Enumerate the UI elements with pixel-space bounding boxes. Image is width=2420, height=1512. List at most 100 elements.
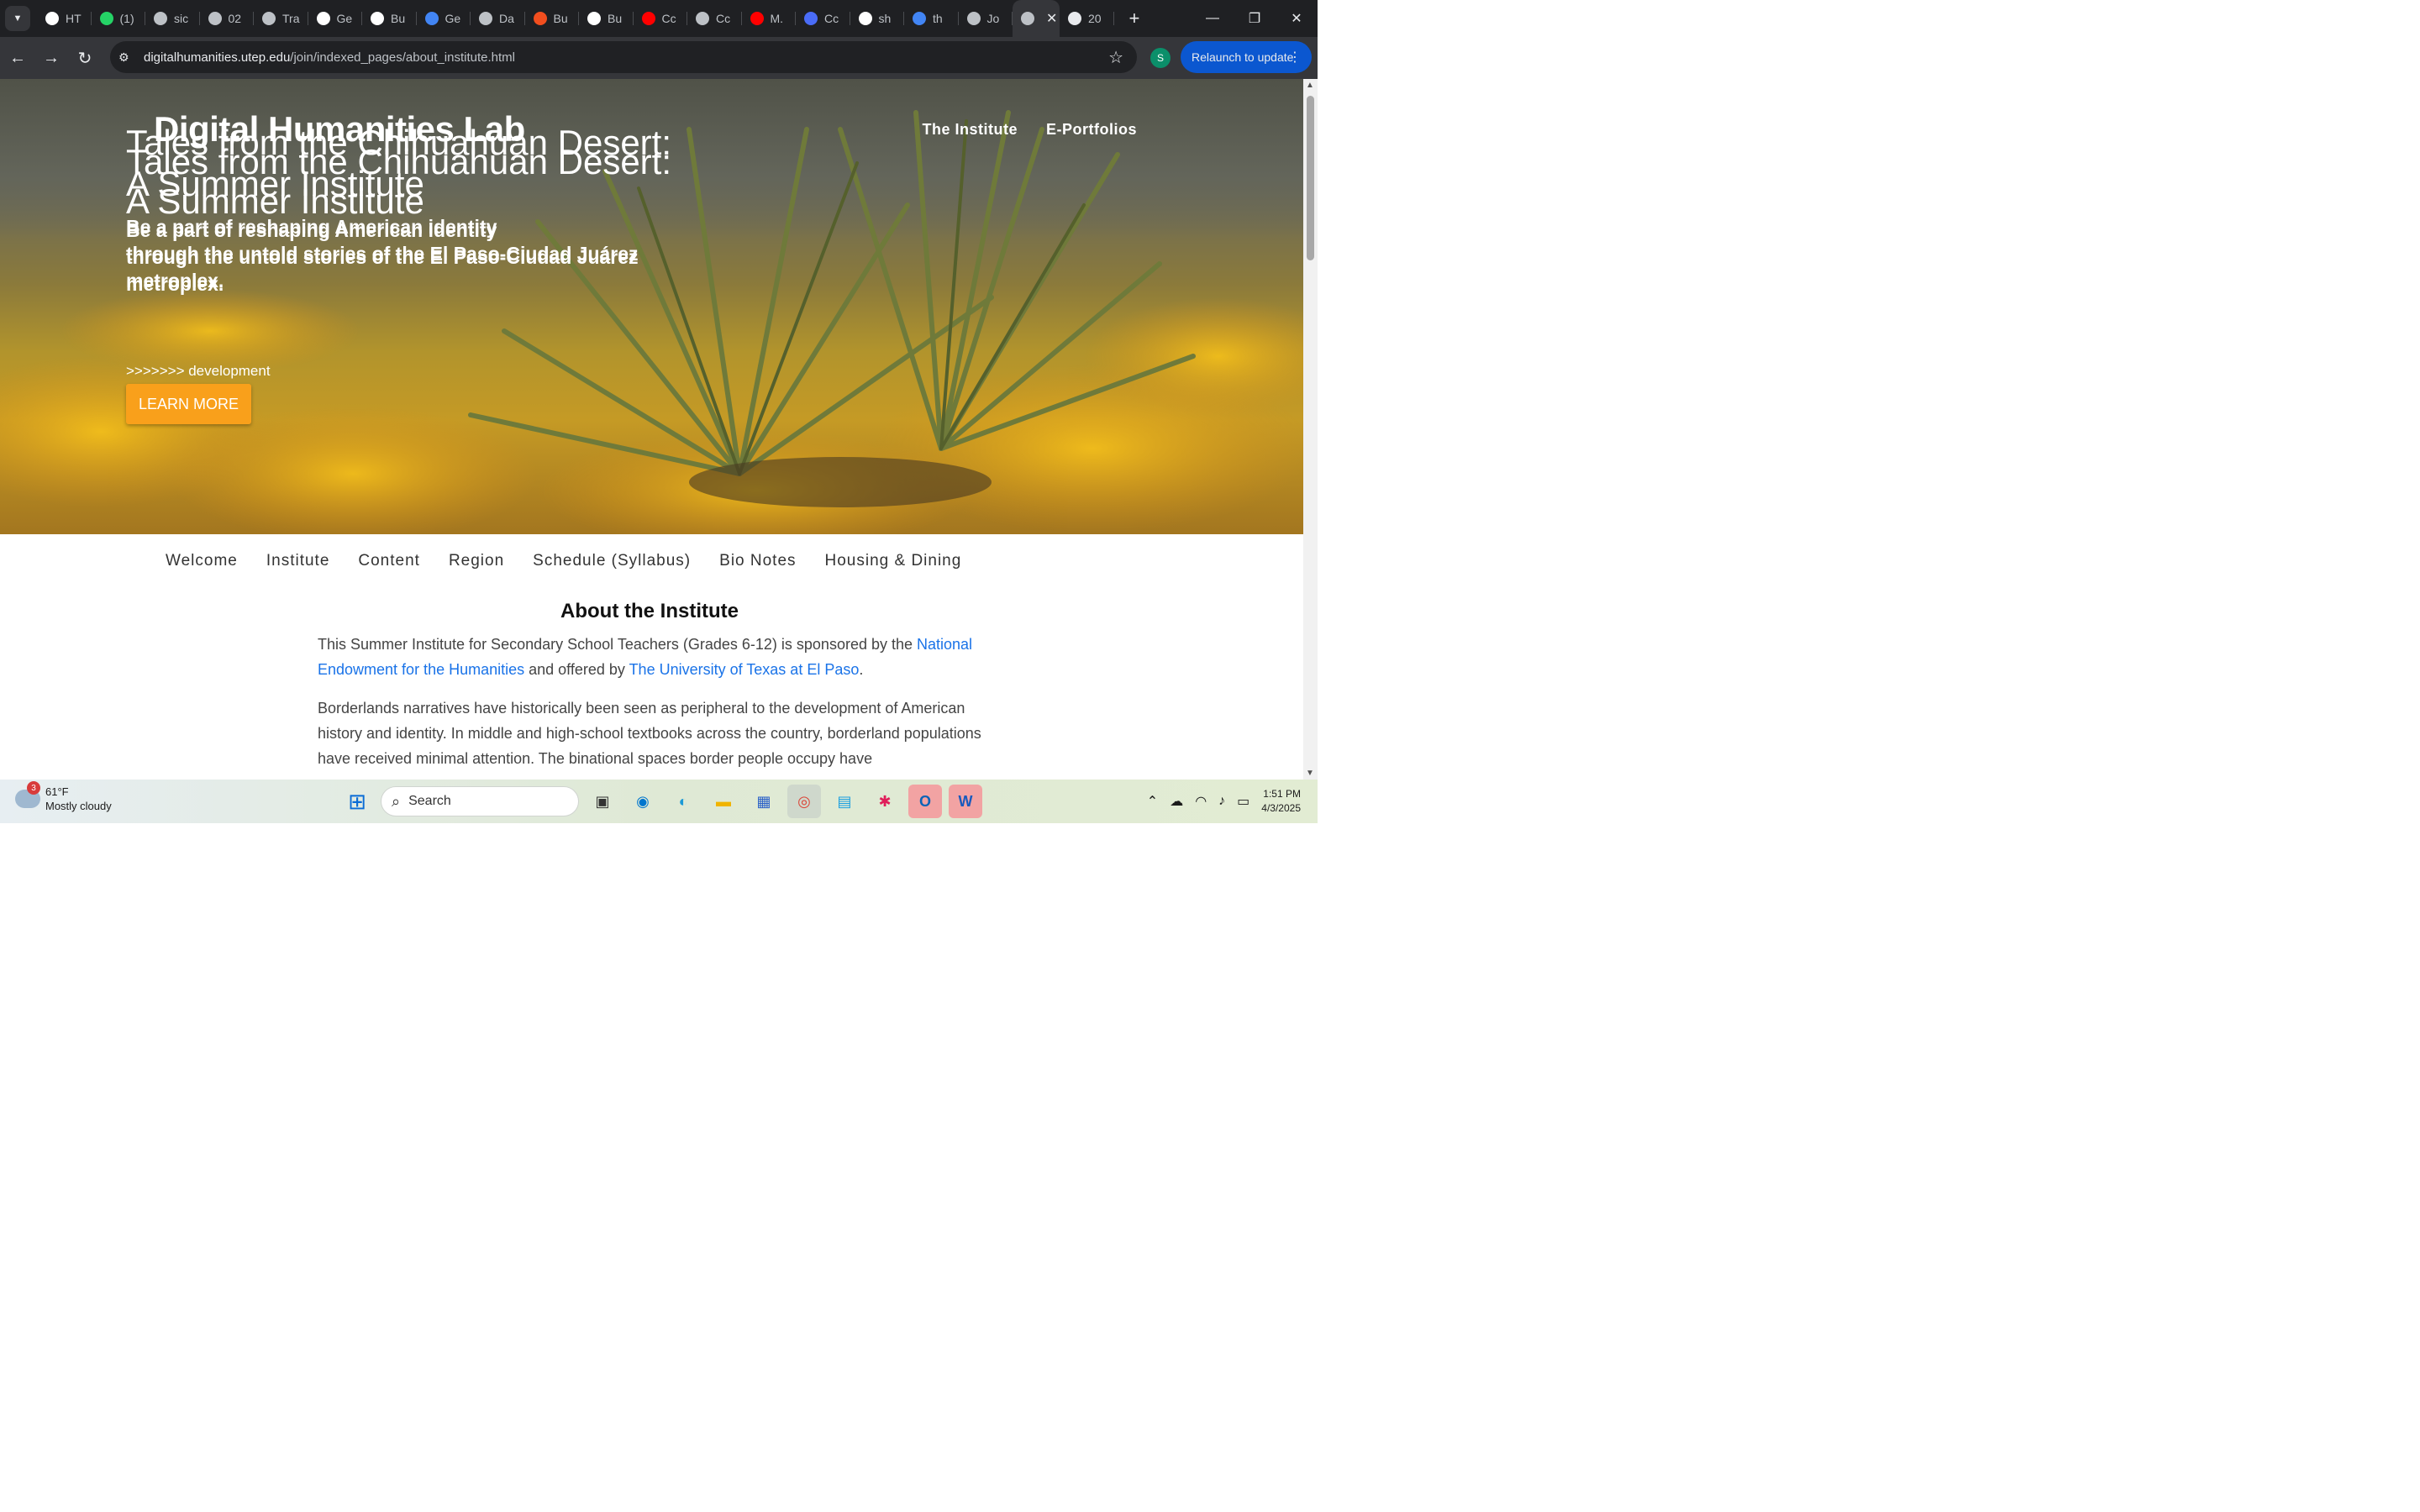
browser-tab[interactable]: M. (742, 0, 797, 37)
section-nav-region[interactable]: Region (449, 552, 504, 570)
section-nav-institute[interactable]: Institute (266, 552, 330, 570)
tab-bar: ▼ HT (1) sic 02 Tra Ge Bu Ge Da Bu Bu Cc Cc M. Cc sh th J… (0, 0, 1318, 37)
browser-tab[interactable]: 02 (200, 0, 255, 37)
page-scrollbar[interactable]: ▲ ▼ (1303, 79, 1318, 780)
tab-label: 20 (1088, 12, 1102, 25)
scrollbar-thumb[interactable] (1307, 96, 1314, 260)
onedrive-icon[interactable]: ☁ (1170, 793, 1183, 810)
globe-icon (262, 12, 276, 25)
url-text[interactable]: digitalhumanities.utep.edu/join/indexed_… (144, 50, 515, 65)
browser-tab[interactable]: th (904, 0, 959, 37)
minimize-button[interactable]: — (1192, 0, 1234, 37)
learn-more-button[interactable]: LEARN MORE (126, 384, 251, 424)
utep-link[interactable]: The University of Texas at El Paso (629, 661, 860, 678)
scroll-down-arrow-icon[interactable]: ▼ (1306, 769, 1314, 778)
browser-tab[interactable]: Bu (579, 0, 634, 37)
weather-widget[interactable]: 3 61°F Mostly cloudy (15, 781, 112, 813)
globe-icon (1021, 12, 1034, 25)
taskbar-search-box[interactable]: ⌕ Search (381, 786, 579, 816)
more-menu-icon[interactable]: ⋮ (1288, 49, 1302, 66)
url-domain: digitalhumanities.utep.edu (144, 50, 291, 65)
article-paragraph-1: This Summer Institute for Secondary Scho… (318, 632, 981, 682)
tab-label: HT (66, 12, 82, 25)
section-nav-schedule[interactable]: Schedule (Syllabus) (533, 552, 691, 570)
top-nav: The Institute E-Portfolios (923, 121, 1138, 139)
github-icon (858, 12, 872, 25)
volume-icon[interactable]: ♪ (1218, 794, 1225, 809)
browser-tab-active[interactable]: ✕ (1013, 0, 1060, 37)
dell-icon[interactable]: ◉ (626, 785, 660, 818)
forward-button[interactable]: → (35, 42, 67, 74)
new-tab-button[interactable]: + (1129, 8, 1140, 29)
browser-tab[interactable]: Tra (254, 0, 308, 37)
maximize-button[interactable]: ❐ (1234, 0, 1276, 37)
search-placeholder: Search (408, 794, 451, 808)
browser-tab[interactable]: Bu (525, 0, 580, 37)
p1-text: This Summer Institute for Secondary Scho… (318, 636, 918, 653)
store-icon[interactable]: ▦ (747, 785, 781, 818)
section-nav: Welcome Institute Content Region Schedul… (0, 534, 1303, 588)
browser-tab[interactable]: Da (471, 0, 525, 37)
wifi-icon[interactable]: ◠ (1195, 793, 1207, 810)
browser-tab[interactable]: sh (850, 0, 905, 37)
browser-tab[interactable]: Jo (959, 0, 1013, 37)
development-note: >>>>>>> development (126, 363, 271, 379)
site-info-icon[interactable]: ⚙ (118, 50, 134, 65)
taskbar-apps: ⊞ ⌕ Search ▣ ◉ ◐ ▬ ▦ ◎ ▤ ✱ O W (340, 785, 982, 818)
clock[interactable]: 1:51 PM 4/3/2025 (1261, 787, 1301, 816)
browser-tab[interactable]: Bu (362, 0, 417, 37)
windows-start-icon[interactable]: ⊞ (340, 785, 374, 818)
page-viewport: Digital Humanities Lab The Institute E-P… (0, 79, 1318, 780)
system-tray: ⌃ ☁ ◠ ♪ ▭ 1:51 PM 4/3/2025 (1147, 780, 1318, 823)
browser-tab[interactable]: Cc (634, 0, 688, 37)
youtube-icon (641, 12, 655, 25)
tab-search-button[interactable]: ▼ (5, 6, 30, 31)
task-view-icon[interactable]: ▣ (586, 785, 619, 818)
whatsapp-icon (99, 12, 113, 25)
slack-icon[interactable]: ✱ (868, 785, 902, 818)
word-icon[interactable]: W (949, 785, 982, 818)
globe-icon (208, 12, 222, 25)
globe-icon (696, 12, 709, 25)
chatgpt-icon (1068, 12, 1081, 25)
battery-icon[interactable]: ▭ (1237, 793, 1249, 810)
show-hidden-icons-icon[interactable]: ⌃ (1147, 793, 1158, 810)
profile-avatar[interactable]: S (1150, 48, 1171, 68)
notepad-icon[interactable]: ▤ (828, 785, 861, 818)
section-nav-welcome[interactable]: Welcome (166, 552, 238, 570)
browser-tab[interactable]: Ge (308, 0, 363, 37)
browser-tab[interactable]: (1) (92, 0, 146, 37)
chrome-icon[interactable]: ◎ (787, 785, 821, 818)
scroll-up-arrow-icon[interactable]: ▲ (1306, 81, 1314, 90)
weather-desc: Mostly cloudy (45, 800, 112, 812)
windows-taskbar: 3 61°F Mostly cloudy ⊞ ⌕ Search ▣ ◉ ◐ ▬ … (0, 780, 1318, 823)
address-bar[interactable]: ⚙ digitalhumanities.utep.edu/join/indexe… (110, 41, 1137, 73)
tab-label: Cc (824, 12, 839, 25)
edge-icon[interactable]: ◐ (666, 785, 700, 818)
back-button[interactable]: ← (2, 42, 34, 74)
tab-label: 02 (228, 12, 242, 25)
nav-the-institute[interactable]: The Institute (923, 121, 1018, 139)
browser-tab[interactable]: Cc (687, 0, 742, 37)
relaunch-button[interactable]: Relaunch to update ⋮ (1181, 41, 1312, 73)
browser-tab[interactable]: Ge (417, 0, 471, 37)
reload-button[interactable]: ↻ (69, 42, 101, 74)
close-tab-icon[interactable]: ✕ (1046, 10, 1057, 27)
bookmark-star-icon[interactable]: ☆ (1108, 47, 1123, 68)
browser-tab[interactable]: 20 (1060, 0, 1114, 37)
bolt-icon (371, 12, 384, 25)
browser-tab[interactable]: HT (37, 0, 92, 37)
outlook-icon[interactable]: O (908, 785, 942, 818)
section-nav-bio-notes[interactable]: Bio Notes (719, 552, 796, 570)
close-window-button[interactable]: ✕ (1276, 0, 1318, 37)
nav-e-portfolios[interactable]: E-Portfolios (1046, 121, 1137, 139)
file-explorer-icon[interactable]: ▬ (707, 785, 740, 818)
youtube-icon (750, 12, 764, 25)
google-icon (913, 12, 926, 25)
section-nav-content[interactable]: Content (358, 552, 420, 570)
bolt-icon (587, 12, 601, 25)
browser-tab[interactable]: sic (145, 0, 200, 37)
article-paragraph-2: Borderlands narratives have historically… (318, 700, 981, 767)
browser-tab[interactable]: Cc (796, 0, 850, 37)
section-nav-housing-dining[interactable]: Housing & Dining (825, 552, 962, 570)
